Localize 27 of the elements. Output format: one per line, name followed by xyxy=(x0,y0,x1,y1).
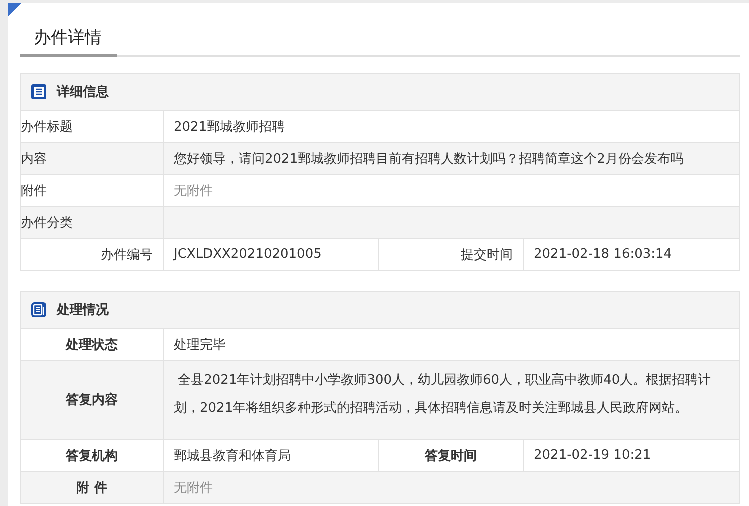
field-label: 内容 xyxy=(21,143,164,174)
field-value: 全县2021年计划招聘中小学教师300人，幼儿园教师60人，职业高中教师40人。根据招聘计划，2021年将组织多种形式的招聘活动，具体招聘信息请及时关注鄄城县人民政府网站。 xyxy=(174,373,712,416)
field-value: 2021鄄城教师招聘 xyxy=(173,118,286,136)
field-value: JCXLDXX20210201005 xyxy=(164,239,379,270)
field-label: 提交时间 xyxy=(379,239,524,270)
field-value: 2021-02-19 10:21 xyxy=(533,447,652,465)
field-value: 无附件 xyxy=(173,182,214,200)
field-label: 处理状态 xyxy=(21,329,164,360)
field-label: 附 件 xyxy=(21,472,164,503)
document-icon xyxy=(31,302,47,318)
field-value: 处理完毕 xyxy=(173,336,227,354)
table-title: 详细信息 xyxy=(57,84,109,101)
corner-triangle-icon xyxy=(8,3,22,17)
field-value: 您好领导，请问2021鄄城教师招聘目前有招聘人数计划吗？招聘简章这个2月份会发布吗 xyxy=(173,150,684,168)
field-label: 办件标题 xyxy=(21,111,164,142)
field-value: 鄄城县教育和体育局 xyxy=(164,440,379,471)
field-label: 附件 xyxy=(21,175,164,206)
field-value: 无附件 xyxy=(173,480,214,498)
field-label: 答复时间 xyxy=(379,440,524,471)
section-tab[interactable]: 办件详情 xyxy=(20,20,117,57)
field-label: 答复机构 xyxy=(21,440,164,471)
field-value: 2021-02-18 16:03:14 xyxy=(533,246,674,264)
list-icon xyxy=(31,84,47,100)
field-label: 答复内容 xyxy=(21,361,164,439)
table-title: 处理情况 xyxy=(57,302,109,319)
field-label: 办件编号 xyxy=(21,239,164,270)
field-label: 办件分类 xyxy=(21,207,164,238)
